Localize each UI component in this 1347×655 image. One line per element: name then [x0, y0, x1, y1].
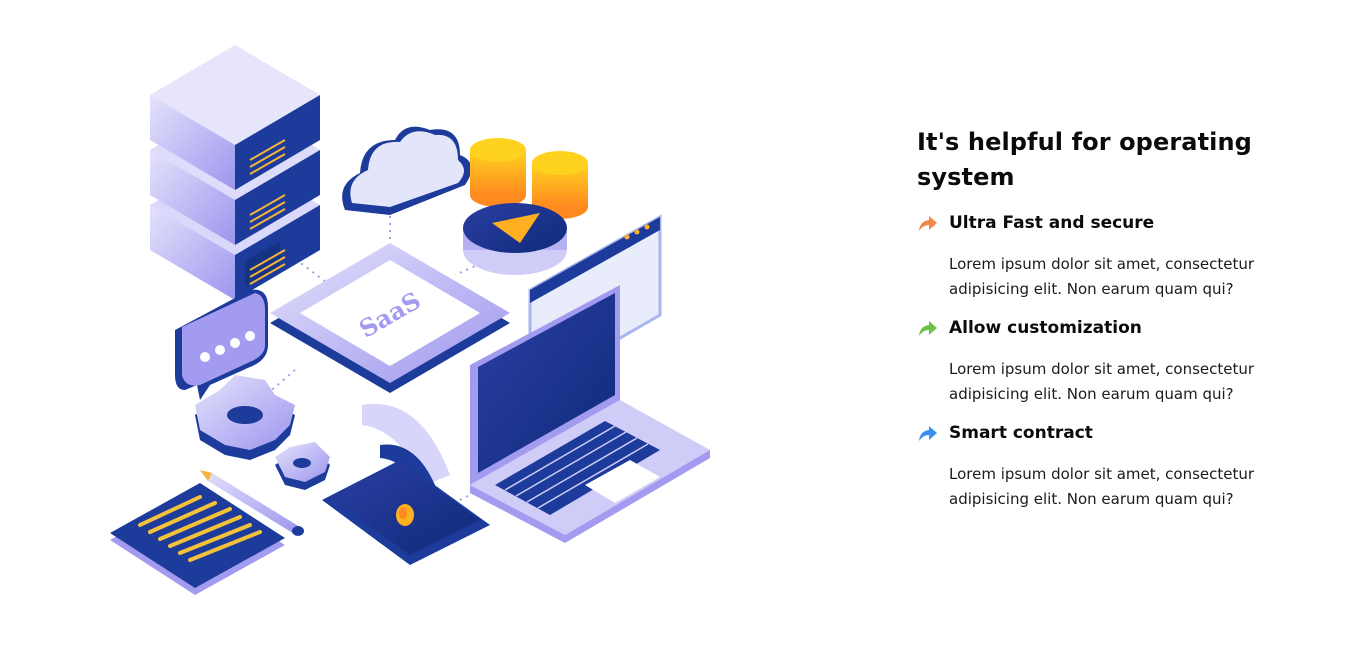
feature-item: Smart contract Lorem ipsum dolor sit ame…	[917, 421, 1317, 512]
feature-title: Allow customization	[949, 318, 1142, 338]
feature-item: Ultra Fast and secure Lorem ipsum dolor …	[917, 211, 1317, 302]
feature-description: Lorem ipsum dolor sit amet, consectetur …	[949, 255, 1255, 298]
feature-description: Lorem ipsum dolor sit amet, consectetur …	[949, 360, 1255, 403]
share-arrow-icon	[919, 426, 937, 441]
feature-title-row: Smart contract	[917, 421, 1317, 445]
feature-title: Ultra Fast and secure	[949, 213, 1155, 233]
feature-section: It's helpful for operating system Ultra …	[917, 125, 1317, 526]
server-stack	[150, 45, 320, 300]
notepad-icon	[110, 483, 285, 595]
section-heading: It's helpful for operating system	[917, 128, 1252, 191]
feature-title-row: Ultra Fast and secure	[917, 211, 1317, 235]
phone-wifi-icon	[322, 403, 490, 565]
feature-title: Smart contract	[949, 423, 1093, 443]
share-arrow-icon	[919, 216, 937, 231]
feature-item: Allow customization Lorem ipsum dolor si…	[917, 316, 1317, 407]
share-arrow-icon	[919, 321, 937, 336]
cloud-icon	[342, 126, 472, 215]
feature-description: Lorem ipsum dolor sit amet, consectetur …	[949, 465, 1255, 508]
feature-title-row: Allow customization	[917, 316, 1317, 340]
gear-icon	[195, 375, 330, 490]
play-icon	[463, 203, 567, 275]
saas-illustration: SaaS	[110, 45, 710, 595]
